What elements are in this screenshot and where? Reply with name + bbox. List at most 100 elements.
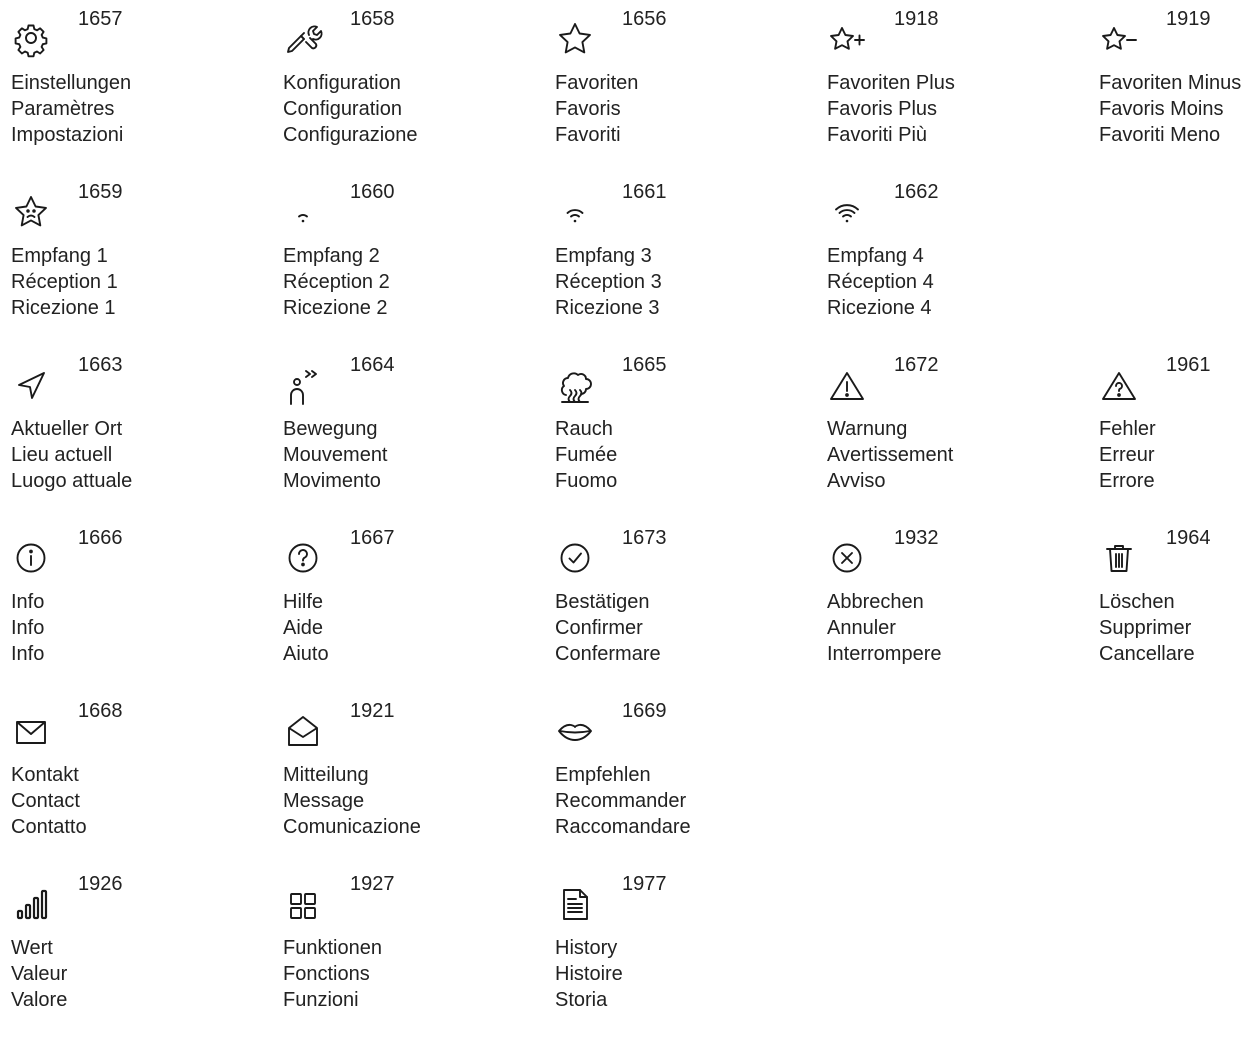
label-de: Kontakt [11, 764, 79, 786]
label-de: Aktueller Ort [11, 418, 123, 440]
info-icon [10, 537, 52, 579]
icon-entry: 1658 Konfiguration Configuration Configu… [272, 0, 544, 173]
icon-labels: Favoriten Plus Favoris Plus Favoriti Più [827, 71, 955, 148]
icon-code: 1662 [894, 181, 939, 203]
icon-entry: 1663 Aktueller Ort Lieu actuell Luogo at… [0, 346, 272, 519]
icon-entry: 1672 Warnung Avertissement Avviso [816, 346, 1088, 519]
icon-code: 1672 [894, 354, 939, 376]
icon-labels: Empfang 2 Réception 2 Ricezione 2 [283, 244, 390, 321]
label-it: Confermare [555, 642, 661, 665]
icon-code: 1919 [1166, 8, 1211, 30]
label-fr: Histoire [555, 962, 623, 985]
icon-labels: Abbrechen Annuler Interrompere [827, 590, 942, 667]
icon-code: 1658 [350, 8, 395, 30]
icon-labels: Einstellungen Paramètres Impostazioni [11, 71, 131, 148]
icon-entry: 1662 Empfang 4 Réception 4 Ricezione 4 [816, 173, 1088, 346]
icon-code: 1921 [350, 700, 395, 722]
label-de: Rauch [555, 418, 613, 440]
icon-labels: History Histoire Storia [555, 936, 623, 1013]
envelope-open-icon [282, 710, 324, 752]
label-fr: Aide [283, 616, 324, 639]
label-fr: Avertissement [827, 443, 954, 466]
label-fr: Annuler [827, 616, 896, 639]
icon-entry: 1673 Bestätigen Confirmer Confermare [544, 519, 816, 692]
label-de: Bewegung [283, 418, 378, 440]
icon-code: 1918 [894, 8, 939, 30]
icon-labels: Bewegung Mouvement Movimento [283, 417, 388, 494]
label-de: Hilfe [283, 591, 324, 613]
icon-labels: Empfang 1 Réception 1 Ricezione 1 [11, 244, 118, 321]
label-de: Empfang 1 [11, 245, 108, 267]
icon-labels: Löschen Supprimer Cancellare [1099, 590, 1195, 667]
label-it: Favoriti [555, 123, 621, 146]
label-fr: Fumée [555, 443, 618, 466]
signal-level-2-icon [554, 191, 596, 233]
label-fr: Confirmer [555, 616, 643, 639]
icon-entry: 1921 Mitteilung Message Comunicazione [272, 692, 544, 865]
person-motion-icon [282, 364, 324, 406]
smoke-icon [554, 364, 596, 406]
location-arrow-icon [10, 364, 52, 406]
icon-code: 1668 [78, 700, 123, 722]
label-it: Info [11, 642, 45, 665]
label-de: Löschen [1099, 591, 1175, 613]
icon-labels: Mitteilung Message Comunicazione [283, 763, 421, 840]
icon-catalog: 1657 Einstellungen Paramètres Impostazio… [0, 0, 1248, 1015]
label-de: Warnung [827, 418, 908, 440]
document-icon [554, 883, 596, 925]
label-fr: Réception 4 [827, 270, 934, 293]
label-it: Configurazione [283, 123, 418, 146]
icon-code: 1961 [1166, 354, 1211, 376]
label-fr: Fonctions [283, 962, 370, 985]
label-it: Fuomo [555, 469, 618, 492]
label-de: Favoriten [555, 72, 639, 94]
icon-labels: Empfang 4 Réception 4 Ricezione 4 [827, 244, 934, 321]
icon-labels: Wert Valeur Valore [11, 936, 67, 1013]
label-it: Valore [11, 988, 68, 1011]
icon-code: 1657 [78, 8, 123, 30]
icon-entry: 1669 Empfehlen Recommander Raccomandare [544, 692, 816, 865]
icon-code: 1669 [622, 700, 667, 722]
label-it: Cancellare [1099, 642, 1195, 665]
icon-code: 1664 [350, 354, 395, 376]
star-minus-icon [1098, 18, 1140, 60]
icon-code: 1660 [350, 181, 395, 203]
icon-labels: Favoriten Favoris Favoriti [555, 71, 638, 148]
icon-entry: 1660 Empfang 2 Réception 2 Ricezione 2 [272, 173, 544, 346]
icon-entry: 1977 History Histoire Storia [544, 865, 816, 1038]
label-fr: Supprimer [1099, 616, 1192, 639]
icon-labels: Favoriten Minus Favoris Moins Favoriti M… [1099, 71, 1241, 148]
icon-code: 1665 [622, 354, 667, 376]
label-it: Favoriti Più [827, 123, 928, 146]
icon-labels: Bestätigen Confirmer Confermare [555, 590, 661, 667]
icon-code: 1666 [78, 527, 123, 549]
star-sad-icon [10, 191, 52, 233]
icon-labels: Funktionen Fonctions Funzioni [283, 936, 382, 1013]
label-it: Funzioni [283, 988, 359, 1011]
label-de: History [555, 937, 618, 959]
label-it: Errore [1099, 469, 1155, 492]
icon-entry: 1667 Hilfe Aide Aiuto [272, 519, 544, 692]
label-fr: Favoris Plus [827, 97, 938, 120]
label-fr: Valeur [11, 962, 68, 985]
icon-labels: Rauch Fumée Fuomo [555, 417, 617, 494]
label-fr: Message [283, 789, 365, 812]
label-de: Empfang 2 [283, 245, 380, 267]
label-de: Favoriten Plus [827, 72, 955, 94]
label-fr: Configuration [283, 97, 402, 120]
icon-code: 1661 [622, 181, 667, 203]
icon-code: 1659 [78, 181, 123, 203]
signal-level-3-icon [826, 191, 868, 233]
icon-code: 1663 [78, 354, 123, 376]
label-de: Fehler [1099, 418, 1156, 440]
icon-code: 1667 [350, 527, 395, 549]
icon-code: 1927 [350, 873, 395, 895]
icon-labels: Aktueller Ort Lieu actuell Luogo attuale [11, 417, 132, 494]
label-it: Aiuto [283, 642, 329, 665]
check-circle-icon [554, 537, 596, 579]
star-plus-icon [826, 18, 868, 60]
icon-labels: Konfiguration Configuration Configurazio… [283, 71, 418, 148]
error-triangle-icon [1098, 364, 1140, 406]
wrench-screwdriver-icon [282, 18, 324, 60]
icon-code: 1673 [622, 527, 667, 549]
